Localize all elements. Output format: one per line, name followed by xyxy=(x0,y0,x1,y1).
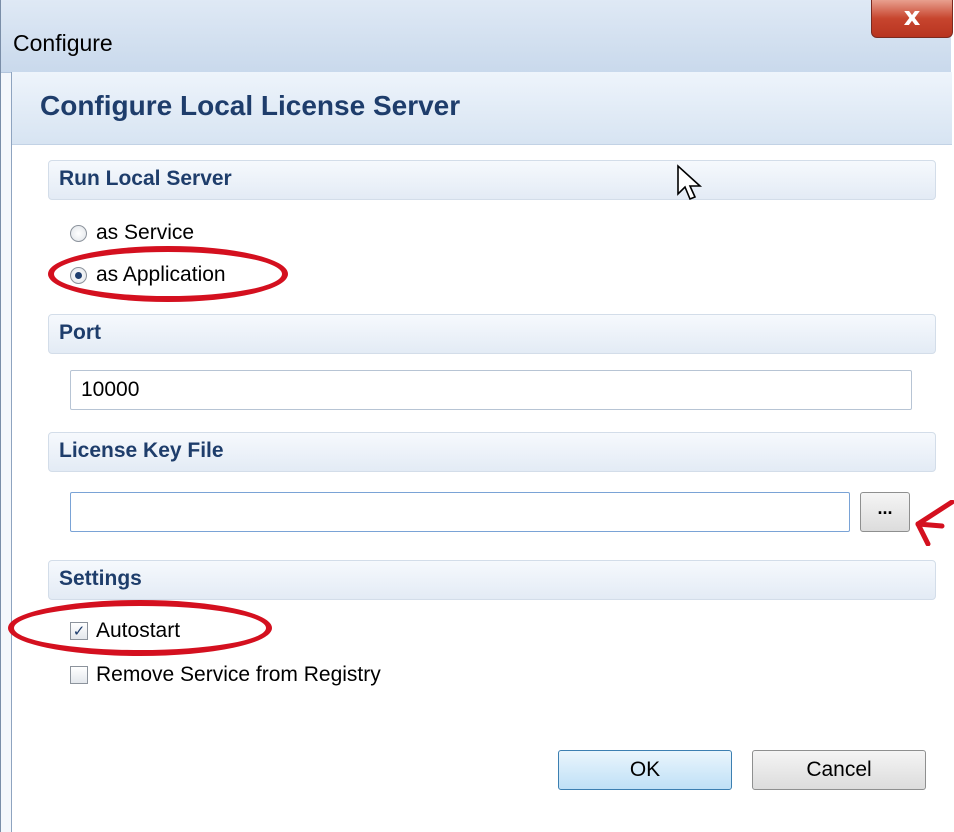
arrow-pointer-icon xyxy=(915,500,954,546)
radio-label: as Service xyxy=(96,221,195,244)
annotation-ellipse-autostart xyxy=(8,600,272,656)
title-bar: Configure x xyxy=(1,0,953,73)
settings-header: Settings xyxy=(48,560,936,600)
port-heading: Port xyxy=(59,321,101,344)
browse-button[interactable]: ... xyxy=(860,492,910,532)
mouse-pointer-icon xyxy=(677,164,703,201)
run-local-server-header: Run Local Server xyxy=(48,160,936,200)
license-key-file-input[interactable] xyxy=(70,492,850,532)
annotation-ellipse-application xyxy=(48,246,288,302)
port-input[interactable]: 10000 xyxy=(70,370,912,410)
checkbox-remove-service[interactable]: Remove Service from Registry xyxy=(70,660,381,690)
run-local-server-heading: Run Local Server xyxy=(59,167,232,190)
radio-button[interactable] xyxy=(70,224,87,242)
close-icon: x xyxy=(903,2,921,32)
port-header: Port xyxy=(48,314,936,354)
checkbox-label: Remove Service from Registry xyxy=(96,663,381,686)
window-title: Configure xyxy=(13,30,113,56)
dialog-content: Configure Local License Server Run Local… xyxy=(11,72,954,832)
checkbox-unchecked[interactable] xyxy=(70,666,88,684)
cancel-button[interactable]: Cancel xyxy=(752,750,926,790)
radio-as-service[interactable]: as Service xyxy=(70,218,194,248)
license-key-file-header: License Key File xyxy=(48,432,936,472)
ok-button[interactable]: OK xyxy=(558,750,732,790)
configure-dialog: Configure x Configure Local License Serv… xyxy=(0,0,954,832)
dialog-header: Configure Local License Server xyxy=(12,72,952,145)
settings-heading: Settings xyxy=(59,567,142,590)
license-key-file-heading: License Key File xyxy=(59,439,224,462)
dialog-heading: Configure Local License Server xyxy=(40,90,461,121)
close-button[interactable]: x xyxy=(871,0,953,38)
